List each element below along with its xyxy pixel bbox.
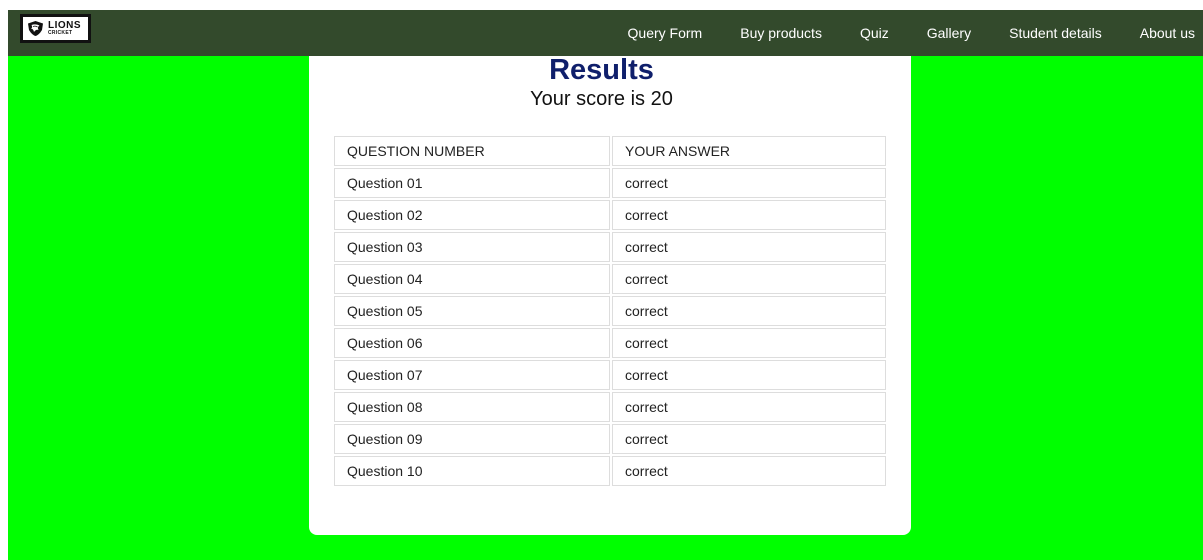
page-title: Results bbox=[549, 54, 654, 86]
nav-menu: Query Form Buy products Quiz Gallery Stu… bbox=[609, 10, 1203, 56]
question-cell: Question 04 bbox=[334, 264, 610, 294]
table-row: Question 08 correct bbox=[334, 392, 886, 422]
page: LIONS CRICKET Query Form Buy products Qu… bbox=[0, 0, 1203, 560]
nav-link-gallery[interactable]: Gallery bbox=[908, 25, 990, 41]
question-cell: Question 06 bbox=[334, 328, 610, 358]
question-cell: Question 03 bbox=[334, 232, 610, 262]
table-row: Question 07 correct bbox=[334, 360, 886, 390]
answer-cell: correct bbox=[612, 456, 886, 486]
table-row: Question 04 correct bbox=[334, 264, 886, 294]
results-table: QUESTION NUMBER YOUR ANSWER Question 01 … bbox=[332, 134, 888, 488]
question-cell: Question 02 bbox=[334, 200, 610, 230]
answer-cell: correct bbox=[612, 232, 886, 262]
answer-cell: correct bbox=[612, 168, 886, 198]
question-cell: Question 05 bbox=[334, 296, 610, 326]
table-header-row: QUESTION NUMBER YOUR ANSWER bbox=[334, 136, 886, 166]
table-row: Question 02 correct bbox=[334, 200, 886, 230]
nav-link-about-us[interactable]: About us bbox=[1121, 25, 1203, 41]
question-cell: Question 08 bbox=[334, 392, 610, 422]
logo-text: LIONS CRICKET bbox=[48, 21, 81, 36]
column-header-your-answer: YOUR ANSWER bbox=[612, 136, 886, 166]
column-header-question-number: QUESTION NUMBER bbox=[334, 136, 610, 166]
answer-cell: correct bbox=[612, 328, 886, 358]
answer-cell: correct bbox=[612, 392, 886, 422]
table-row: Question 05 correct bbox=[334, 296, 886, 326]
nav-link-student-details[interactable]: Student details bbox=[990, 25, 1121, 41]
table-row: Question 06 correct bbox=[334, 328, 886, 358]
answer-cell: correct bbox=[612, 296, 886, 326]
nav-link-buy-products[interactable]: Buy products bbox=[721, 25, 841, 41]
answer-cell: correct bbox=[612, 360, 886, 390]
logo[interactable]: LIONS CRICKET bbox=[20, 14, 91, 43]
nav-link-quiz[interactable]: Quiz bbox=[841, 25, 908, 41]
answer-cell: correct bbox=[612, 424, 886, 454]
question-cell: Question 01 bbox=[334, 168, 610, 198]
navbar: LIONS CRICKET Query Form Buy products Qu… bbox=[8, 10, 1203, 56]
lion-shield-icon bbox=[28, 21, 43, 36]
question-cell: Question 07 bbox=[334, 360, 610, 390]
answer-cell: correct bbox=[612, 264, 886, 294]
table-row: Question 09 correct bbox=[334, 424, 886, 454]
table-row: Question 03 correct bbox=[334, 232, 886, 262]
nav-link-query-form[interactable]: Query Form bbox=[609, 25, 722, 41]
answer-cell: correct bbox=[612, 200, 886, 230]
logo-sub-text: CRICKET bbox=[48, 30, 73, 36]
question-cell: Question 09 bbox=[334, 424, 610, 454]
table-row: Question 01 correct bbox=[334, 168, 886, 198]
question-cell: Question 10 bbox=[334, 456, 610, 486]
table-row: Question 10 correct bbox=[334, 456, 886, 486]
score-text: Your score is 20 bbox=[530, 88, 673, 110]
